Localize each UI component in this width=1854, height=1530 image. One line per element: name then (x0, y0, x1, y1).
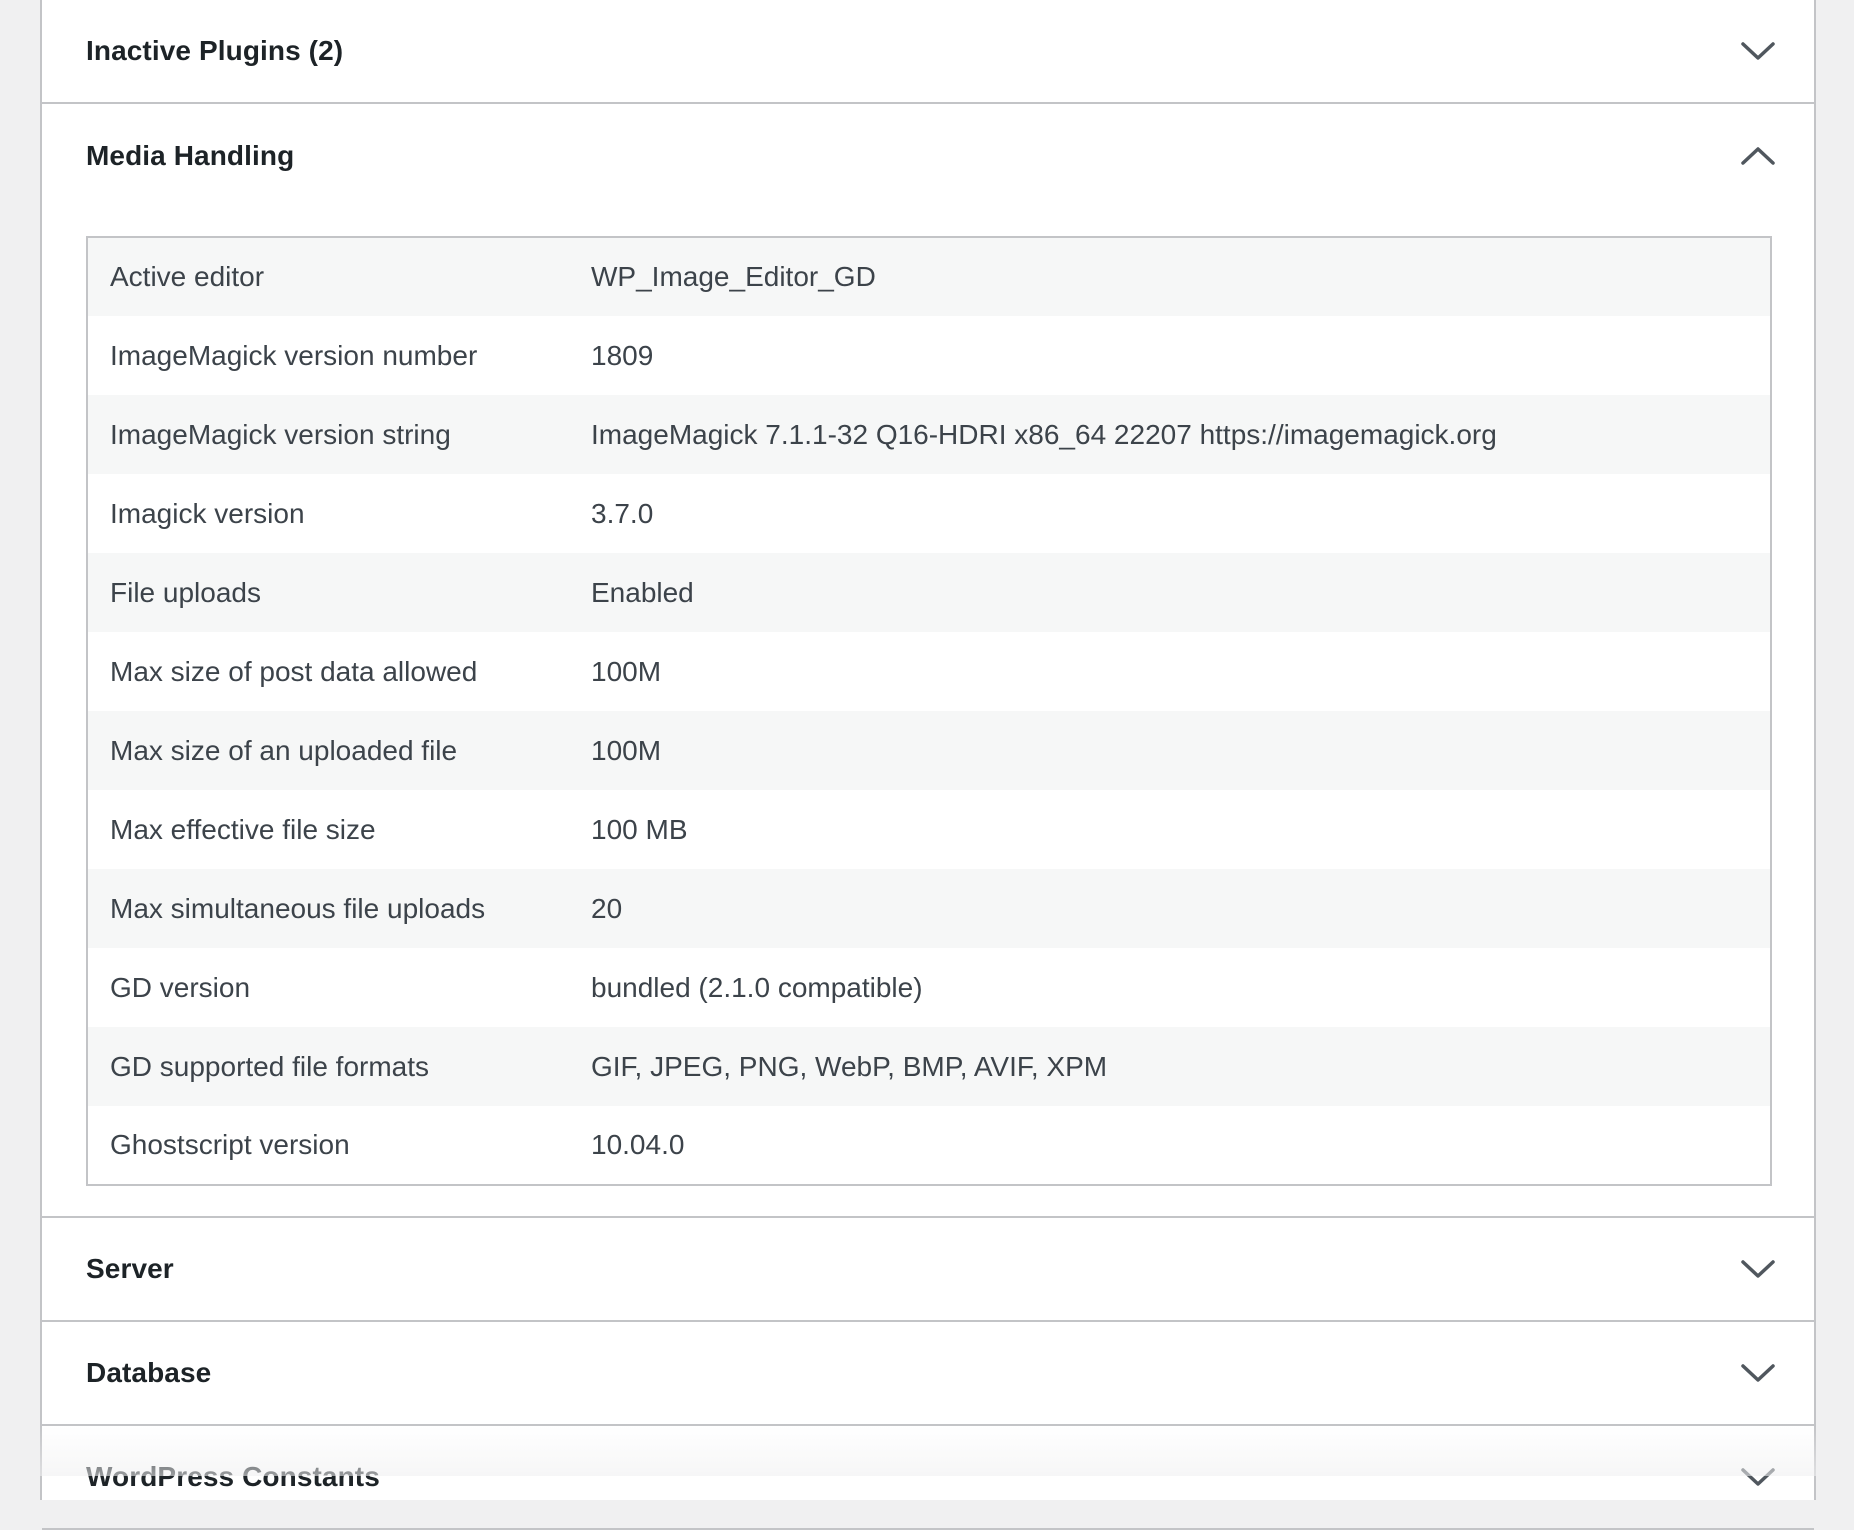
row-value: Enabled (591, 553, 1771, 632)
table-row: Max size of an uploaded file 100M (87, 711, 1771, 790)
row-label: Active editor (87, 237, 591, 316)
table-row: ImageMagick version number 1809 (87, 316, 1771, 395)
row-value: 1809 (591, 316, 1771, 395)
accordion-media-handling[interactable]: Media Handling (42, 104, 1814, 208)
row-label: Max effective file size (87, 790, 591, 869)
row-value: 100M (591, 632, 1771, 711)
accordion-title: Server (86, 1253, 174, 1285)
accordion-title: Database (86, 1357, 211, 1389)
accordion-panel-media-handling: Active editor WP_Image_Editor_GD ImageMa… (42, 208, 1814, 1218)
table-row: Active editor WP_Image_Editor_GD (87, 237, 1771, 316)
row-value: GIF, JPEG, PNG, WebP, BMP, AVIF, XPM (591, 1027, 1771, 1106)
row-label: Max simultaneous file uploads (87, 869, 591, 948)
table-row: Max size of post data allowed 100M (87, 632, 1771, 711)
row-label: GD supported file formats (87, 1027, 591, 1106)
row-label: Max size of an uploaded file (87, 711, 591, 790)
chevron-down-icon (1740, 1258, 1776, 1280)
row-label: Max size of post data allowed (87, 632, 591, 711)
accordion-title: Media Handling (86, 140, 294, 172)
table-row: File uploads Enabled (87, 553, 1771, 632)
accordion-title: Inactive Plugins (2) (86, 35, 343, 67)
table-row: Max effective file size 100 MB (87, 790, 1771, 869)
table-row: GD supported file formats GIF, JPEG, PNG… (87, 1027, 1771, 1106)
table-row: GD version bundled (2.1.0 compatible) (87, 948, 1771, 1027)
chevron-down-icon (1740, 40, 1776, 62)
table-row: Imagick version 3.7.0 (87, 474, 1771, 553)
row-label: GD version (87, 948, 591, 1027)
chevron-down-icon (1740, 1362, 1776, 1384)
accordion-title: WordPress Constants (86, 1461, 380, 1493)
table-row: ImageMagick version string ImageMagick 7… (87, 395, 1771, 474)
chevron-down-icon (1740, 1466, 1776, 1488)
row-value: 20 (591, 869, 1771, 948)
site-health-info-panel: Inactive Plugins (2) Media Handling Acti… (40, 0, 1816, 1500)
row-label: ImageMagick version number (87, 316, 591, 395)
row-label: File uploads (87, 553, 591, 632)
row-value: bundled (2.1.0 compatible) (591, 948, 1771, 1027)
row-value: 100 MB (591, 790, 1771, 869)
table-row: Max simultaneous file uploads 20 (87, 869, 1771, 948)
accordion-wordpress-constants[interactable]: WordPress Constants (42, 1426, 1814, 1530)
row-value: 10.04.0 (591, 1106, 1771, 1185)
accordion-inactive-plugins[interactable]: Inactive Plugins (2) (42, 0, 1814, 104)
row-value: ImageMagick 7.1.1-32 Q16-HDRI x86_64 222… (591, 395, 1771, 474)
row-value: 100M (591, 711, 1771, 790)
media-handling-table: Active editor WP_Image_Editor_GD ImageMa… (86, 236, 1772, 1186)
chevron-up-icon (1740, 145, 1776, 167)
row-value: 3.7.0 (591, 474, 1771, 553)
table-row: Ghostscript version 10.04.0 (87, 1106, 1771, 1185)
accordion-database[interactable]: Database (42, 1322, 1814, 1426)
row-label: Imagick version (87, 474, 591, 553)
row-label: ImageMagick version string (87, 395, 591, 474)
accordion-server[interactable]: Server (42, 1218, 1814, 1322)
row-label: Ghostscript version (87, 1106, 591, 1185)
row-value: WP_Image_Editor_GD (591, 237, 1771, 316)
